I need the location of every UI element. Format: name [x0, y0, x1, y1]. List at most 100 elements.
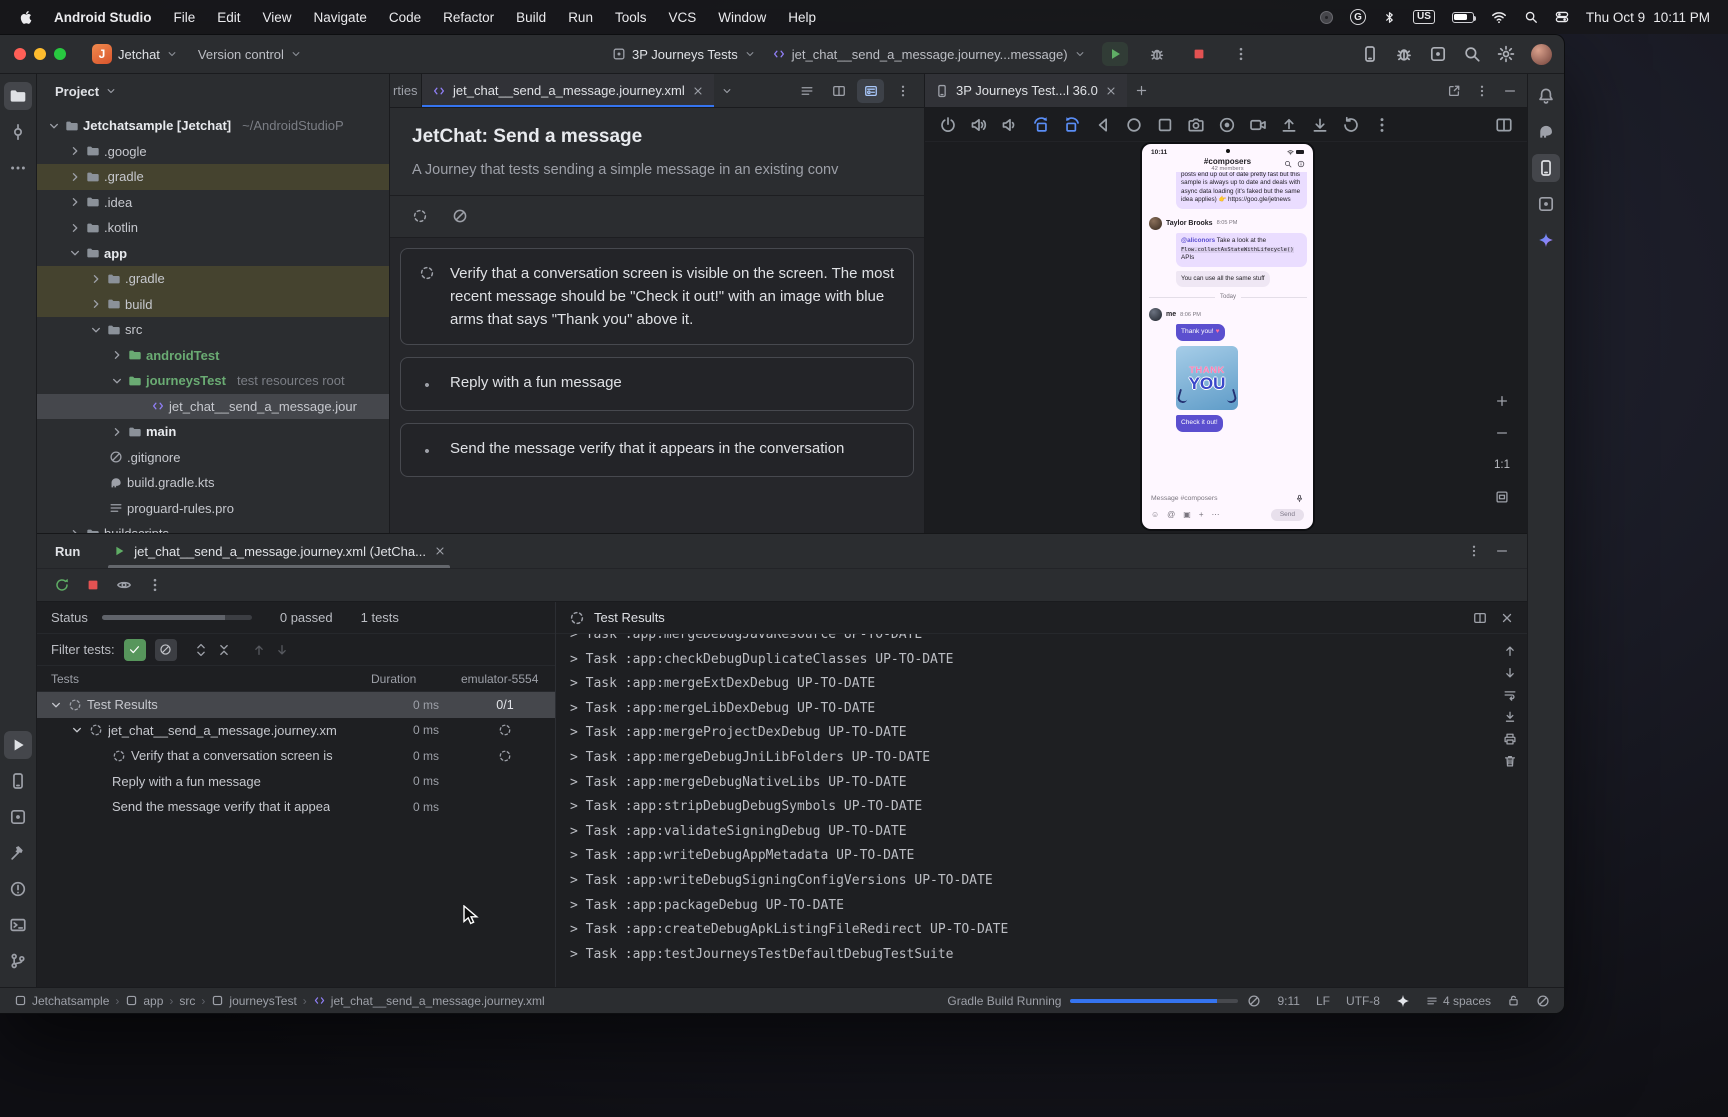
gradle-progress-widget[interactable]: Gradle Build Running — [947, 994, 1261, 1008]
tree-item-src[interactable]: src — [37, 317, 389, 343]
tree-item-buildscripts[interactable]: buildscripts — [37, 521, 389, 533]
next-failed-icon[interactable] — [275, 643, 289, 657]
breadcrumb-jetchatsample[interactable]: Jetchatsample — [14, 994, 109, 1008]
build-icon[interactable] — [4, 839, 32, 867]
display-mode-icon[interactable] — [1495, 116, 1513, 134]
tree-item-gradle[interactable]: .gradle — [37, 266, 389, 292]
tree-item-androidtest[interactable]: androidTest — [37, 343, 389, 369]
back-icon[interactable] — [1094, 116, 1112, 134]
menu-window[interactable]: Window — [718, 10, 766, 25]
input-source-badge[interactable]: US — [1413, 10, 1435, 24]
active-editor-tab[interactable]: jet_chat__send_a_message.journey.xml — [422, 74, 714, 107]
menu-help[interactable]: Help — [788, 10, 816, 25]
scroll-to-end-icon[interactable] — [1503, 710, 1517, 724]
editor-options-icon[interactable] — [889, 79, 916, 103]
tree-item-jet-chat-send-a-message-jour[interactable]: jet_chat__send_a_message.jour — [37, 394, 389, 420]
menu-vcs[interactable]: VCS — [668, 10, 696, 25]
tree-item-app[interactable]: app — [37, 241, 389, 267]
zoom-in-button[interactable] — [1489, 389, 1515, 413]
settings-icon[interactable] — [1497, 45, 1515, 63]
add-device-button[interactable] — [1127, 74, 1157, 107]
version-control-icon[interactable] — [4, 947, 32, 975]
emoji-icon[interactable]: ☺ — [1151, 511, 1159, 519]
previous-failed-icon[interactable] — [252, 643, 266, 657]
journey-step-2[interactable]: •Reply with a fun message — [400, 357, 914, 411]
test-row-test-results[interactable]: Test Results0 ms0/1 — [37, 692, 555, 718]
run-configuration-widget[interactable]: 3P Journeys Tests — [612, 47, 756, 62]
caret-position[interactable]: 9:11 — [1277, 994, 1299, 1008]
save-file-icon[interactable] — [1311, 116, 1329, 134]
menu-edit[interactable]: Edit — [217, 10, 240, 25]
project-widget[interactable]: J Jetchat — [92, 44, 178, 64]
breadcrumb-src[interactable]: src — [179, 994, 195, 1008]
inspections-icon[interactable] — [1536, 994, 1550, 1008]
hide-run-panel-icon[interactable] — [1495, 544, 1509, 558]
restore-icon[interactable] — [1342, 116, 1360, 134]
overview-icon[interactable] — [1156, 116, 1174, 134]
device-tab[interactable]: 3P Journeys Test...l 36.0 — [925, 74, 1127, 107]
menu-tools[interactable]: Tools — [615, 10, 647, 25]
services-icon[interactable] — [4, 803, 32, 831]
more-tools-icon[interactable] — [1429, 45, 1447, 63]
journey-step-1[interactable]: Verify that a conversation screen is vis… — [400, 248, 914, 345]
collapse-all-icon[interactable] — [217, 643, 231, 657]
project-icon[interactable] — [4, 82, 32, 110]
menu-view[interactable]: View — [263, 10, 292, 25]
show-passed-toggle[interactable] — [124, 639, 146, 661]
column-device[interactable]: emulator-5554 — [455, 672, 555, 686]
zoom-out-button[interactable] — [1489, 421, 1515, 445]
menu-navigate[interactable]: Navigate — [314, 10, 367, 25]
gradle-icon[interactable] — [1532, 118, 1560, 146]
close-tab-icon[interactable] — [692, 85, 704, 97]
project-panel-title[interactable]: Project — [55, 84, 99, 99]
send-button[interactable]: Send — [1271, 509, 1304, 522]
indent-widget[interactable]: 4 spaces — [1426, 994, 1491, 1008]
search-everywhere-icon[interactable] — [1463, 45, 1481, 63]
window-zoom-button[interactable] — [54, 48, 66, 60]
expand-all-icon[interactable] — [194, 643, 208, 657]
rotate-right-icon[interactable] — [1063, 116, 1081, 134]
notifications-icon[interactable] — [1532, 82, 1560, 110]
line-ending[interactable]: LF — [1316, 994, 1330, 1008]
scroll-to-bottom-icon[interactable] — [1503, 666, 1517, 680]
stop-icon[interactable] — [85, 577, 101, 593]
volume-down-icon[interactable] — [1001, 116, 1019, 134]
tree-item-main[interactable]: main — [37, 419, 389, 445]
tree-item-gradle[interactable]: .gradle — [37, 164, 389, 190]
record-video-icon[interactable] — [1249, 116, 1267, 134]
journey-running-icon[interactable] — [412, 208, 428, 224]
fit-screen-button[interactable] — [1489, 485, 1515, 509]
user-avatar[interactable] — [1531, 44, 1552, 65]
menu-code[interactable]: Code — [389, 10, 421, 25]
split-view-toggle[interactable] — [825, 79, 852, 103]
window-minimize-button[interactable] — [34, 48, 46, 60]
problems-icon[interactable] — [4, 875, 32, 903]
run-button[interactable] — [1102, 42, 1128, 66]
running-devices-icon[interactable] — [1532, 154, 1560, 182]
record-indicator-icon[interactable] — [1320, 11, 1333, 24]
gemini-icon[interactable] — [1532, 226, 1560, 254]
window-close-button[interactable] — [14, 48, 26, 60]
background-editor-tab[interactable]: rties — [390, 74, 422, 107]
tree-item-jetchatsample-jetchat[interactable]: Jetchatsample [Jetchat]~/AndroidStudioP — [37, 113, 389, 139]
power-icon[interactable] — [939, 116, 957, 134]
test-row-send-the-message-verify-that-it-appea[interactable]: Send the message verify that it appea0 m… — [37, 794, 555, 820]
column-duration[interactable]: Duration — [371, 672, 455, 686]
menubar-clock[interactable]: Thu Oct 910:11 PM — [1586, 10, 1710, 25]
chat-info-icon[interactable] — [1297, 160, 1305, 168]
breadcrumb-journeystest[interactable]: journeysTest — [211, 994, 296, 1008]
message-list[interactable]: looked at the JetNews sample? Most blog … — [1142, 172, 1313, 489]
logcat-icon[interactable] — [4, 767, 32, 795]
rerun-icon[interactable] — [54, 577, 70, 593]
lock-icon[interactable] — [1507, 994, 1520, 1007]
watch-icon[interactable] — [116, 577, 132, 593]
menu-refactor[interactable]: Refactor — [443, 10, 494, 25]
run-panel-title[interactable]: Run — [55, 544, 80, 559]
spotlight-icon[interactable] — [1524, 10, 1538, 24]
run-target-widget[interactable]: jet_chat__send_a_message.journey...messa… — [772, 47, 1086, 62]
zoom-ratio-button[interactable]: 1:1 — [1489, 453, 1515, 477]
breadcrumb-jet-chat-send-a-message-journey-xml[interactable]: jet_chat__send_a_message.journey.xml — [313, 994, 545, 1008]
soft-wrap-icon[interactable] — [1503, 688, 1517, 702]
panel-options-icon[interactable] — [1475, 84, 1489, 98]
run-icon[interactable] — [4, 731, 32, 759]
